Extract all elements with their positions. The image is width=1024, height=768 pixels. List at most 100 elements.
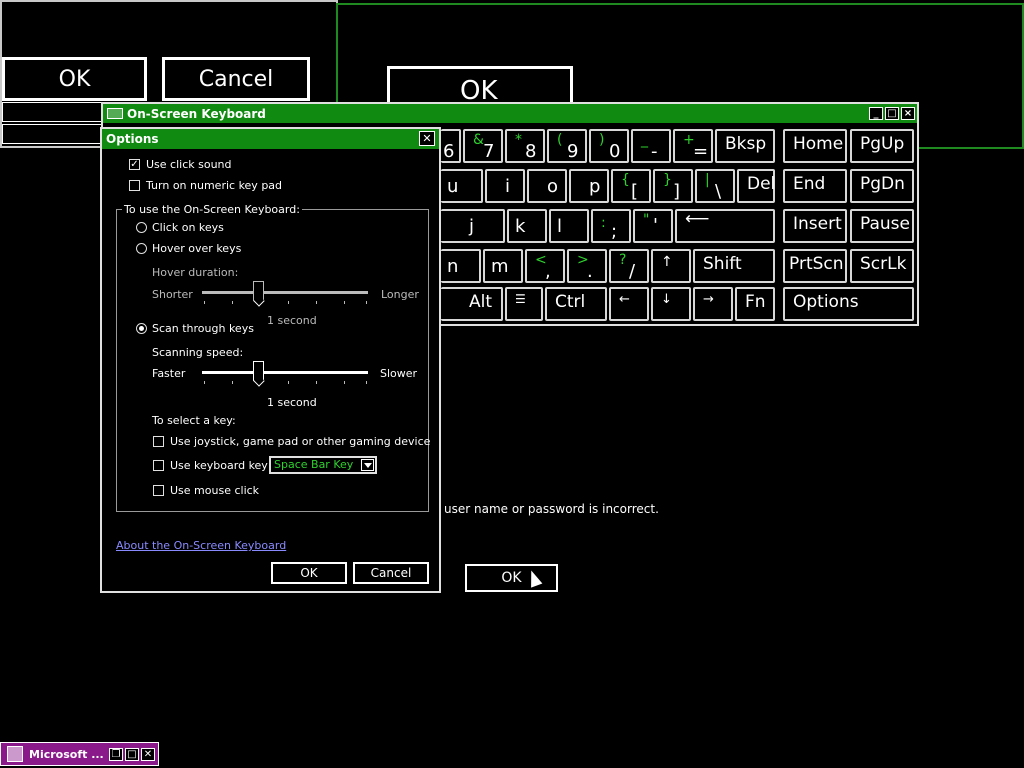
key-insert[interactable]: Insert	[783, 209, 847, 243]
tick	[344, 301, 345, 304]
keyboard-key-label: Use keyboard key	[170, 459, 268, 472]
hover-over-keys-label: Hover over keys	[152, 242, 242, 255]
key-6[interactable]: 6	[441, 129, 461, 163]
key-down-arrow[interactable]: ↓	[651, 287, 691, 321]
options-titlebar: Options ✕	[102, 129, 439, 149]
options-cancel-label: Cancel	[370, 566, 412, 580]
key-fn[interactable]: Fn	[735, 287, 775, 321]
key-right-arrow[interactable]: →	[693, 287, 733, 321]
scanning-speed-slider-thumb[interactable]	[253, 361, 264, 381]
click-sound-checkbox[interactable]: ✓	[129, 159, 140, 170]
restore-icon[interactable]: ❐	[109, 747, 123, 761]
key-left-arrow[interactable]: ←	[609, 287, 649, 321]
numeric-keypad-checkbox[interactable]	[129, 180, 140, 191]
key-prtscn[interactable]: PrtScn	[783, 249, 847, 283]
keyboard-key-select[interactable]: Space Bar Key	[269, 456, 377, 474]
mouse-click-checkbox[interactable]	[153, 485, 164, 496]
key-menu[interactable]: ☰	[505, 287, 543, 321]
osk-titlebar: On-Screen Keyboard _ □ ×	[103, 104, 917, 123]
key-minus[interactable]: _ -	[631, 129, 671, 163]
numeric-keypad-label: Turn on numeric key pad	[146, 179, 283, 192]
key-7[interactable]: & 7	[463, 129, 503, 163]
click-on-keys-label: Click on keys	[152, 221, 224, 234]
key-alt[interactable]: Alt	[441, 287, 503, 321]
key-enter[interactable]: ⟵	[675, 209, 775, 243]
background-cancel-label: Cancel	[198, 66, 274, 92]
options-cancel-button[interactable]: Cancel	[353, 562, 429, 584]
key-bracket-right[interactable]: }]	[653, 169, 693, 203]
close-icon[interactable]: ×	[901, 107, 915, 120]
key-pause[interactable]: Pause	[850, 209, 914, 243]
key-i[interactable]: i	[485, 169, 525, 203]
key-8[interactable]: * 8	[505, 129, 545, 163]
key-ctrl[interactable]: Ctrl	[545, 287, 607, 321]
scan-slower-label: Slower	[380, 367, 418, 380]
key-backspace[interactable]: Bksp	[715, 129, 775, 163]
hover-over-keys-radio[interactable]	[136, 243, 147, 254]
scan-through-keys-radio[interactable]	[136, 323, 147, 334]
background-ok-button[interactable]: OK	[2, 57, 147, 101]
key-home[interactable]: Home	[783, 129, 847, 163]
key-del[interactable]: Del	[737, 169, 775, 203]
tick	[204, 301, 205, 304]
options-dialog: Options ✕ ✓ Use click sound Turn on nume…	[100, 127, 441, 593]
key-bracket-left[interactable]: {[	[611, 169, 651, 203]
app-icon	[7, 746, 23, 762]
keyboard-key-checkbox[interactable]	[153, 460, 164, 471]
hover-duration-slider-thumb[interactable]	[253, 281, 264, 301]
click-on-keys-radio[interactable]	[136, 222, 147, 233]
key-0[interactable]: ) 0	[589, 129, 629, 163]
key-slash[interactable]: ? /	[609, 249, 649, 283]
maximize-icon[interactable]: □	[125, 747, 139, 761]
chevron-down-icon[interactable]	[361, 459, 374, 471]
about-osk-link[interactable]: About the On-Screen Keyboard	[116, 539, 286, 552]
options-title: Options	[106, 132, 159, 146]
key-u[interactable]: u	[441, 169, 483, 203]
key-m[interactable]: m	[483, 249, 523, 283]
key-n[interactable]: n	[441, 249, 481, 283]
key-9[interactable]: (9	[547, 129, 587, 163]
key-o[interactable]: o	[527, 169, 567, 203]
joystick-checkbox[interactable]	[153, 436, 164, 447]
key-backslash[interactable]: | \	[695, 169, 735, 203]
key-options[interactable]: Options	[783, 287, 914, 321]
background-cancel-button[interactable]: Cancel	[162, 57, 310, 101]
minimize-icon[interactable]: _	[869, 107, 883, 120]
tick	[288, 381, 289, 384]
tick	[204, 381, 205, 384]
error-message: user name or password is incorrect.	[444, 502, 659, 516]
key-j[interactable]: j	[441, 209, 505, 243]
key-k[interactable]: k	[507, 209, 547, 243]
key-p[interactable]: p	[569, 169, 609, 203]
tick	[344, 381, 345, 384]
key-comma[interactable]: <,	[525, 249, 565, 283]
keyboard-icon	[107, 108, 123, 119]
key-period[interactable]: >.	[567, 249, 607, 283]
key-up-arrow[interactable]: ↑	[651, 249, 691, 283]
taskbar-item[interactable]: Microsoft ... ❐ □ ✕	[0, 742, 159, 766]
keyboard-key-select-value: Space Bar Key	[274, 458, 354, 471]
scan-through-keys-label: Scan through keys	[152, 322, 254, 335]
osk-usage-group-label: To use the On-Screen Keyboard:	[122, 203, 302, 216]
key-pgdn[interactable]: PgDn	[850, 169, 914, 203]
key-shift[interactable]: Shift	[693, 249, 775, 283]
key-scrlk[interactable]: ScrLk	[850, 249, 914, 283]
key-end[interactable]: End	[783, 169, 847, 203]
close-icon[interactable]: ✕	[141, 747, 155, 761]
key-semicolon[interactable]: :;	[591, 209, 631, 243]
scanning-speed-track	[202, 371, 368, 374]
scanning-speed-label: Scanning speed:	[152, 346, 244, 359]
options-ok-label: OK	[300, 566, 318, 580]
osk-title: On-Screen Keyboard	[127, 106, 266, 121]
taskbar-item-label: Microsoft ...	[29, 747, 104, 761]
maximize-icon[interactable]: □	[885, 107, 899, 120]
close-icon[interactable]: ✕	[419, 131, 435, 146]
options-ok-button[interactable]: OK	[271, 562, 347, 584]
error-ok-button[interactable]: OK	[465, 564, 558, 592]
background-big-ok-button[interactable]: OK	[387, 66, 573, 106]
mouse-click-label: Use mouse click	[170, 484, 260, 497]
key-quote[interactable]: " '	[633, 209, 673, 243]
key-equals[interactable]: + =	[673, 129, 713, 163]
key-l[interactable]: l	[549, 209, 589, 243]
key-pgup[interactable]: PgUp	[850, 129, 914, 163]
